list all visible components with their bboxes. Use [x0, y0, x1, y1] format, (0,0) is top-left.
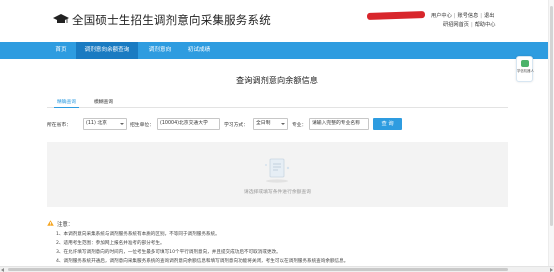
mode-label: 学习方式： [224, 123, 248, 128]
empty-document-icon [265, 158, 290, 183]
nav-item-adjust-intent[interactable]: 调剂意向 [142, 42, 178, 59]
notes-title-text: 注意： [57, 222, 74, 228]
vertical-scroll-thumb[interactable] [550, 6, 553, 226]
query-tabs: 精确查询 模糊查询 [47, 96, 508, 108]
user-name-redacted [366, 10, 426, 21]
graduation-cap-icon [53, 14, 69, 23]
nav-item-initial-score[interactable]: 初试成绩 [181, 42, 217, 59]
study-mode-value: 全日制 [256, 121, 271, 126]
study-mode-select[interactable]: 全日制 [253, 118, 288, 130]
vertical-scrollbar[interactable] [548, 0, 554, 266]
header: 全国硕士生招生调剂意向采集服务系统 用户中心 | 账号信息 | 退出 研招网首页 | 帮助中… [0, 0, 554, 42]
filter-row: 所在省市： (11) 北京 招生单位： (10004)北京交通大学 学习方式： … [47, 118, 508, 132]
unit-select[interactable]: (10004)北京交通大学 [157, 118, 220, 130]
note-line-2: 2、适用考生范围：参加网上报名并准考的部分考生。 [56, 241, 165, 246]
horizontal-scroll-thumb[interactable] [8, 268, 508, 271]
result-panel: 请选择或填写条件进行余额查询 [47, 142, 508, 207]
robot-icon [521, 60, 529, 67]
nav-item-home[interactable]: 首页 [47, 42, 75, 59]
scroll-right-icon[interactable] [550, 268, 553, 272]
chevron-down-icon [120, 123, 124, 125]
province-label: 所在省市： [47, 123, 71, 128]
chevron-down-icon [281, 123, 285, 125]
help-center-link[interactable]: 帮助中心 [475, 22, 496, 28]
tab-fuzzy-query[interactable]: 模糊查询 [94, 98, 113, 105]
yz-home-link[interactable]: 研招网首页 [443, 22, 469, 28]
main-nav: 首页 调剂意向余额查询 调剂意向 初试成绩 [0, 42, 554, 59]
page-title: 查询调剂意向余额信息 [236, 75, 318, 85]
user-center-link[interactable]: 用户中心 [431, 13, 452, 19]
site-title: 全国硕士生招生调剂意向采集服务系统 [72, 13, 271, 27]
unit-value: (10004)北京交通大学 [160, 121, 208, 126]
major-input[interactable]: 请输入完整的专业名称 [309, 118, 369, 130]
empty-state-text: 请选择或填写条件进行余额查询 [243, 190, 312, 195]
top-links-row2: 研招网首页 | 帮助中心 [443, 22, 496, 28]
chat-robot-label: 学信机器人 [517, 69, 534, 73]
tab-exact-query[interactable]: 精确查询 [53, 98, 80, 108]
logout-link[interactable]: 退出 [484, 13, 494, 19]
scroll-left-icon[interactable] [1, 268, 4, 272]
province-select[interactable]: (11) 北京 [83, 118, 127, 130]
major-label: 专业： [292, 123, 307, 128]
note-line-1: 1、本调剂意向采集系统与调剂服务系统有本质的区别，不等同于调剂服务系统。 [56, 232, 220, 237]
nav-item-balance-query[interactable]: 调剂意向余额查询 [76, 42, 138, 59]
horizontal-scrollbar[interactable] [0, 266, 554, 272]
unit-label: 招生单位： [130, 123, 154, 128]
note-line-3: 3、在允许填写调剂意向的时间内，一位考生最多可填写10个平行调剂意向，并且提交成… [56, 250, 281, 255]
query-button[interactable]: 查 询 [373, 118, 402, 130]
notes-title: 注意： [47, 220, 73, 228]
top-links-row1: 用户中心 | 账号信息 | 退出 [431, 13, 495, 19]
account-info-link[interactable]: 账号信息 [458, 13, 479, 19]
note-line-4: 4、调剂服务系统开通后，调剂意向采集服务系统的查询调剂意向余额信息和填写调剂意向… [56, 259, 349, 264]
province-value: (11) 北京 [86, 121, 107, 126]
